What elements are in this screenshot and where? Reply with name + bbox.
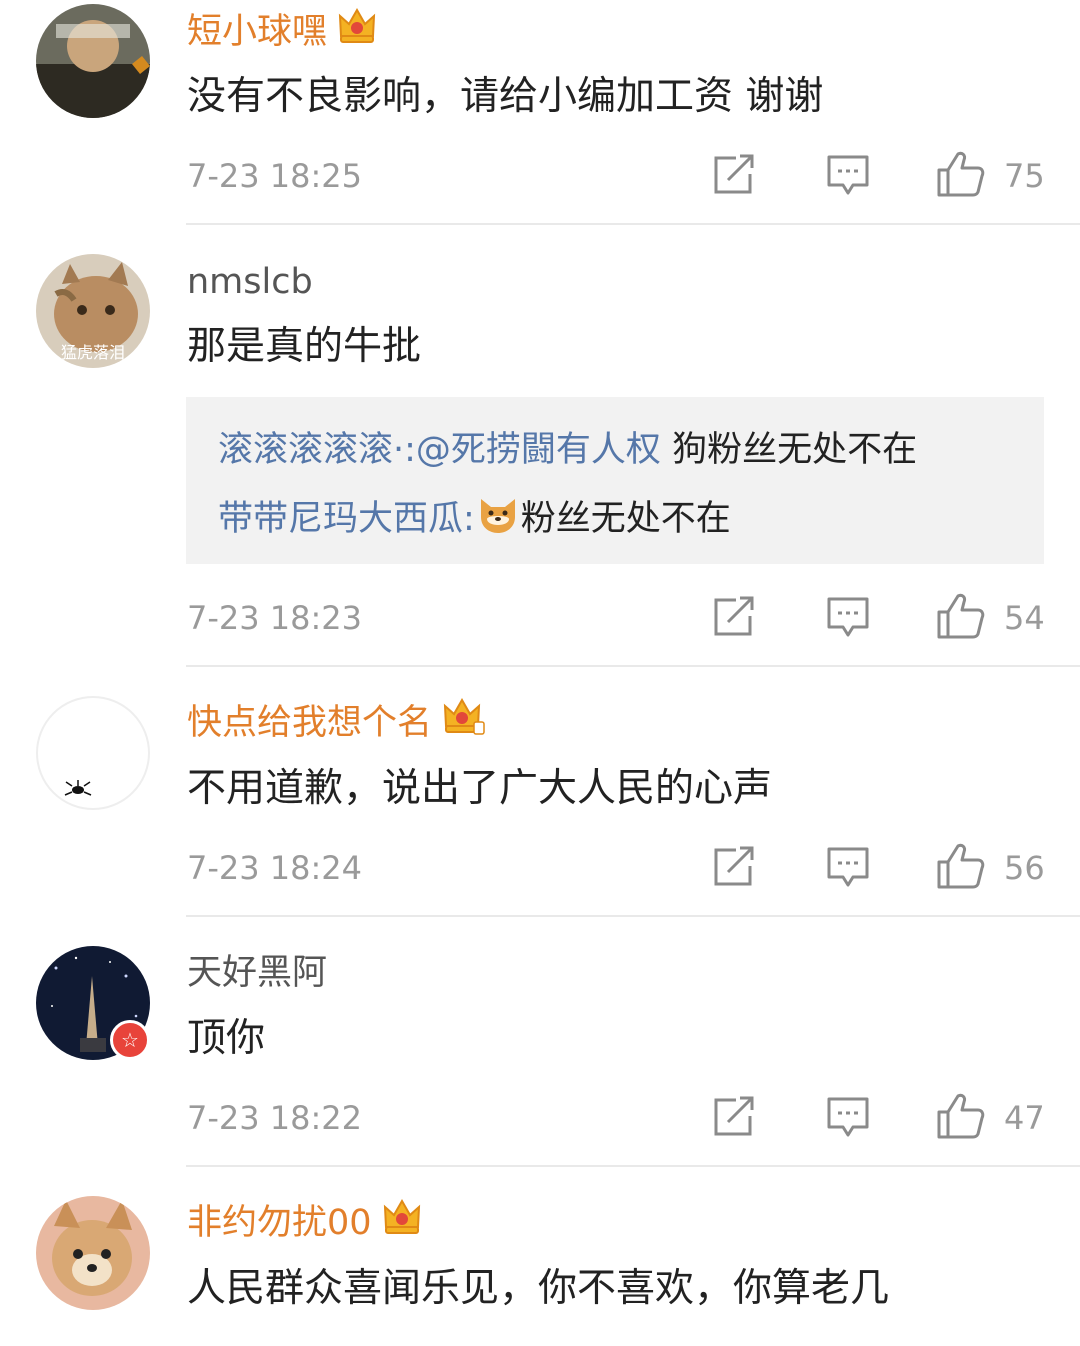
comment-icon[interactable] (826, 1096, 870, 1142)
comment-icon[interactable] (826, 846, 870, 892)
username[interactable]: 天好黑阿 (187, 953, 327, 993)
timestamp: 7-23 18:24 (187, 849, 363, 887)
username[interactable]: 快点给我想个名 (187, 697, 486, 745)
crown-icon (382, 1197, 422, 1244)
like-count: 56 (1004, 849, 1045, 887)
divider (186, 223, 1080, 225)
avatar[interactable]: 猛虎落泪 (36, 254, 150, 368)
reply-item: 滚滚滚滚滚·:@死捞闘有人权 狗粉丝无处不在 (218, 429, 917, 471)
timestamp: 7-23 18:22 (187, 1099, 363, 1137)
divider (186, 915, 1080, 917)
comment-text: 没有不良影响，请给小编加工资 谢谢 (187, 74, 824, 119)
share-icon[interactable] (712, 1096, 756, 1142)
like-count: 47 (1004, 1099, 1045, 1137)
thumbs-up-icon[interactable] (936, 1092, 986, 1144)
reply-preview[interactable]: 滚滚滚滚滚·:@死捞闘有人权 狗粉丝无处不在 带带尼玛大西瓜: 粉丝无处不在 (186, 397, 1044, 564)
avatar[interactable] (36, 696, 150, 810)
reply-text: 粉丝无处不在 (520, 499, 731, 539)
reply-text: 狗粉丝无处不在 (660, 430, 918, 470)
username[interactable]: 短小球嘿 (187, 7, 377, 53)
reply-username[interactable]: 滚滚滚滚滚·: (218, 430, 416, 470)
reply-username[interactable]: 带带尼玛大西瓜: (218, 499, 475, 539)
comment-icon[interactable] (826, 154, 870, 200)
like-count: 75 (1004, 157, 1045, 195)
username[interactable]: 非约勿扰00 (187, 1198, 422, 1244)
share-icon[interactable] (712, 596, 756, 642)
timestamp: 7-23 18:23 (187, 599, 363, 637)
avatar[interactable] (36, 1196, 150, 1310)
mention-link[interactable]: @死捞闘有人权 (416, 430, 661, 470)
comment-icon[interactable] (826, 596, 870, 642)
comment-text: 人民群众喜闻乐见，你不喜欢，你算老几 (187, 1266, 890, 1311)
share-icon[interactable] (712, 154, 756, 200)
crown-icon (337, 6, 377, 53)
avatar-caption: 猛虎落泪 (61, 343, 125, 362)
like-count: 54 (1004, 599, 1045, 637)
share-icon[interactable] (712, 846, 756, 892)
verified-star-icon: ☆ (110, 1020, 150, 1060)
username[interactable]: nmslcb (187, 262, 313, 302)
crown-icon (442, 696, 486, 745)
avatar[interactable] (36, 4, 150, 118)
thumbs-up-icon[interactable] (936, 592, 986, 644)
reply-item: 带带尼玛大西瓜: 粉丝无处不在 (218, 495, 731, 545)
comment-text: 那是真的牛批 (187, 324, 422, 369)
divider (186, 1165, 1080, 1167)
comment-text: 不用道歉，说出了广大人民的心声 (187, 766, 773, 811)
timestamp: 7-23 18:25 (187, 157, 363, 195)
dog-face-emoji-icon (477, 495, 519, 545)
comment-text: 顶你 (187, 1016, 266, 1061)
thumbs-up-icon[interactable] (936, 150, 986, 202)
divider (186, 665, 1080, 667)
thumbs-up-icon[interactable] (936, 842, 986, 894)
